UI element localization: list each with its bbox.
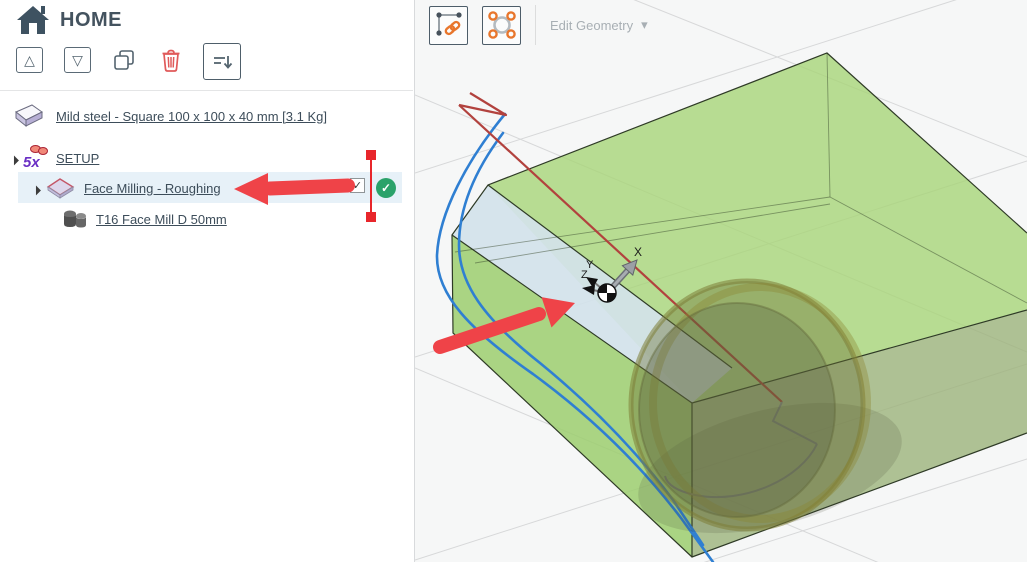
3d-viewport[interactable]: X Y Z (415, 0, 1027, 562)
operation-scrubber-line[interactable] (370, 155, 372, 215)
sort-descending-icon (214, 55, 233, 69)
tool-link[interactable]: T16 Face Mill D 50mm (96, 212, 227, 227)
duplicate-button[interactable] (110, 47, 138, 73)
tutorial-arrow-operation (234, 173, 355, 205)
viewport-toolbar-divider (535, 5, 536, 45)
move-down-button[interactable]: ▽ (64, 47, 91, 73)
chain-link-icon (435, 12, 462, 36)
operation-status-badge: ✓ (376, 178, 396, 198)
setup-link[interactable]: SETUP (56, 151, 99, 166)
panel-header: HOME (16, 4, 122, 36)
triangle-down-icon: ▽ (72, 52, 83, 68)
viewport-panel: X Y Z Edit Geometry ▾ (415, 0, 1027, 562)
tree-row-tool: T16 Face Mill D 50mm (62, 206, 227, 232)
move-up-button[interactable]: △ (16, 47, 43, 73)
edit-geometry-label: Edit Geometry (550, 17, 634, 33)
point-pattern-icon (487, 11, 516, 39)
edit-geometry-dropdown[interactable]: Edit Geometry ▾ (550, 17, 648, 33)
trash-icon (162, 49, 180, 72)
operations-panel: HOME △ ▽ Mild steel - Square 100 x 100 x… (0, 0, 415, 562)
stock-icon (15, 104, 43, 128)
axis-x-label: X (634, 245, 642, 259)
operations-toolbar: △ ▽ (0, 43, 414, 83)
operation-link[interactable]: Face Milling - Roughing (84, 181, 221, 196)
setup-5x-icon: 5x (23, 145, 49, 171)
app-window: HOME △ ▽ Mild steel - Square 100 x 100 x… (0, 0, 1027, 562)
pattern-points-button[interactable] (482, 5, 521, 45)
link-geometry-button[interactable] (429, 5, 468, 45)
status-check-icon: ✓ (380, 181, 392, 195)
stock-link[interactable]: Mild steel - Square 100 x 100 x 40 mm [3… (56, 109, 327, 124)
setup-expander-icon[interactable] (4, 150, 19, 166)
copy-icon (114, 50, 134, 70)
toolbar-separator (0, 90, 413, 91)
sort-operations-button[interactable] (203, 43, 241, 80)
chevron-down-icon: ▾ (641, 17, 648, 32)
tree-row-operation: Face Milling - Roughing (26, 174, 221, 202)
scrubber-handle-top[interactable] (366, 150, 376, 160)
delete-button[interactable] (157, 47, 185, 73)
tree-row-setup: 5x SETUP (4, 143, 99, 173)
scrubber-handle-bottom[interactable] (366, 212, 376, 222)
face-milling-icon (46, 177, 75, 199)
axis-z-label: Z (581, 269, 588, 281)
home-icon[interactable] (16, 4, 50, 36)
page-title: HOME (60, 8, 122, 31)
triangle-up-icon: △ (24, 52, 35, 68)
tool-icon (64, 210, 86, 228)
tree-row-stock: Mild steel - Square 100 x 100 x 40 mm [3… (8, 101, 327, 131)
viewport-toolbar: Edit Geometry ▾ (429, 5, 648, 45)
